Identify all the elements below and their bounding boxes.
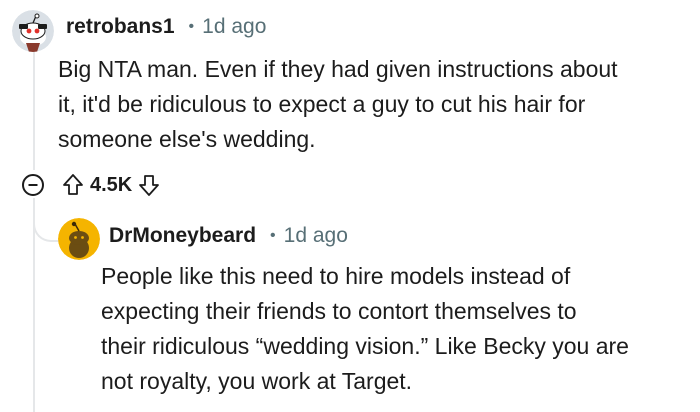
- comment-line: expecting their friends to contort thems…: [101, 298, 577, 324]
- snoo-avatar-icon: [12, 10, 54, 52]
- timestamp: 1d ago: [202, 15, 267, 38]
- username[interactable]: retrobans1: [66, 15, 175, 39]
- comment-actions: 4.5K: [20, 168, 160, 202]
- downvote-icon[interactable]: [138, 173, 160, 197]
- comment-line: someone else's wedding.: [58, 126, 316, 152]
- comment-line: not royalty, you work at Target.: [101, 368, 413, 394]
- comment-meta: DrMoneybeard • 1d ago: [109, 224, 348, 248]
- upvote-icon[interactable]: [62, 173, 84, 197]
- thread-line: [33, 50, 35, 170]
- comment-line: their ridiculous “wedding vision.” Like …: [101, 333, 629, 359]
- separator-dot: •: [270, 227, 276, 244]
- avatar[interactable]: [12, 10, 54, 52]
- comment-meta: retrobans1 • 1d ago: [66, 15, 266, 39]
- timestamp: 1d ago: [283, 224, 348, 247]
- avatar[interactable]: [58, 218, 100, 260]
- vote-widget: 4.5K: [62, 173, 160, 197]
- username[interactable]: DrMoneybeard: [109, 224, 256, 248]
- comment-line: it, it'd be ridiculous to expect a guy t…: [58, 91, 586, 117]
- comment-body: Big NTA man. Even if they had given inst…: [58, 52, 618, 157]
- collapse-icon: [22, 174, 44, 196]
- comment-line: People like this need to hire models ins…: [101, 263, 571, 289]
- collapse-button[interactable]: [20, 172, 46, 198]
- reply-connector: [33, 196, 59, 242]
- comment-line: Big NTA man. Even if they had given inst…: [58, 56, 618, 82]
- separator-dot: •: [188, 18, 195, 35]
- vote-count: 4.5K: [90, 173, 133, 196]
- comment-body: People like this need to hire models ins…: [101, 259, 629, 399]
- snoo-avatar-icon: [58, 218, 100, 260]
